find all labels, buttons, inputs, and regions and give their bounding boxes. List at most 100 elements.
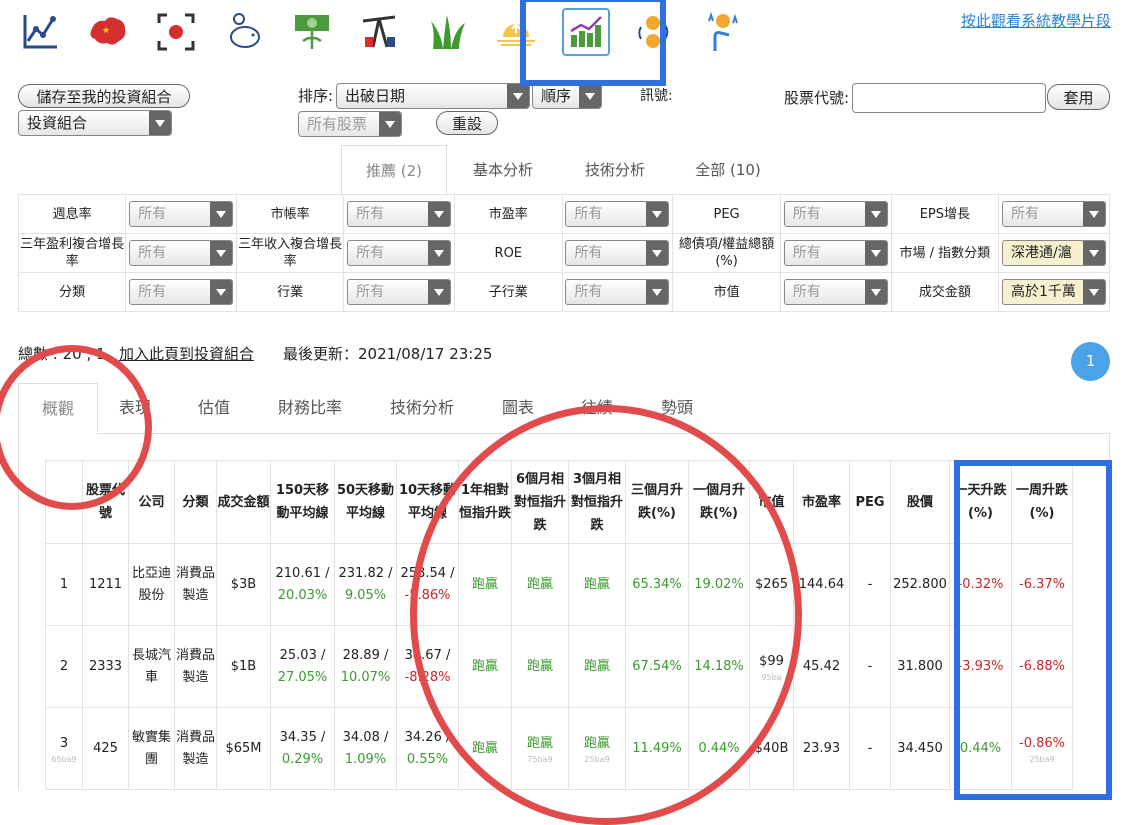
filter-select-value: 所有 [574,245,603,261]
filter-select[interactable]: 深港通/滬 [1002,240,1107,266]
filter-tab-technical[interactable]: 技術分析 [567,145,663,195]
coin-tap-icon[interactable] [698,10,742,54]
column-header[interactable]: 10天移動平均線 [396,460,459,544]
column-header[interactable]: 6個月相對恒指升跌 [511,460,569,544]
ma150-cell: 25.03 / 27.05% [270,625,335,708]
row-index: 3 [59,735,69,751]
stock-code-input[interactable] [852,83,1046,113]
filter-select[interactable]: 所有 [783,279,888,305]
result-tab-technical[interactable]: 技術分析 [382,383,462,433]
portfolio-select[interactable]: 投資組合 [18,110,172,136]
category-cell: 消費品製造 [174,625,217,708]
column-header[interactable]: 股價 [890,460,950,544]
result-tab-overview[interactable]: 概觀 [18,383,98,435]
result-tab-performance[interactable]: 表現 [110,383,160,433]
stock-code-cell[interactable]: 1211 [82,543,129,626]
coin-exchange-icon[interactable] [630,10,674,54]
results-table: 股票代號 公司 分類 成交金額 150天移動平均線 50天移動平均線 10天移動… [45,460,1073,790]
result-tab-momentum[interactable]: 勢頭 [652,383,702,433]
relative-value: 跑贏 [583,735,610,751]
column-header[interactable]: 一天升跌(%) [949,460,1012,544]
relative-3m-cell: 跑贏 [568,625,626,708]
result-tab-track-record[interactable]: 往績 [572,383,622,433]
column-header[interactable]: 50天移動平均線 [334,460,397,544]
column-header[interactable]: 分類 [174,460,217,544]
ma-value: 34.35 / [279,729,326,745]
line-chart-icon[interactable] [18,10,62,54]
order-select[interactable]: 順序 [532,83,602,109]
peg-cell: - [849,707,891,790]
filter-select[interactable]: 所有 [783,240,888,266]
filter-select[interactable]: 高於1千萬 [1002,279,1107,305]
filter-select[interactable]: 所有 [347,240,452,266]
table-row[interactable]: 1 1211 比亞迪股份 消費品製造 $3B 210.61 / 20.03% 23… [45,543,1073,626]
table-header-row: 股票代號 公司 分類 成交金額 150天移動平均線 50天移動平均線 10天移動… [45,460,1073,544]
stock-code-cell[interactable]: 2333 [82,625,129,708]
column-header[interactable]: 1年相對恒指升跌 [458,460,512,544]
filter-select[interactable]: 所有 [783,201,888,227]
filter-select[interactable]: 所有 [565,201,670,227]
stock-code-cell[interactable]: 425 [82,707,129,790]
sunrise-icon[interactable] [494,10,538,54]
filter-select[interactable]: 所有 [565,279,670,305]
filter-tab-recommended[interactable]: 推薦 (2) [341,145,447,196]
add-page-to-portfolio-link[interactable]: 加入此頁到投資組合 [119,343,254,365]
column-header[interactable]: 公司 [128,460,175,544]
portfolio-select-value: 投資組合 [27,114,88,132]
bar-growth-icon[interactable] [562,8,610,56]
stock-filter-value: 所有股票 [307,115,368,133]
market-cap-cell: $99 95ba [749,625,794,708]
grass-icon[interactable] [426,10,470,54]
column-header[interactable]: 市盈率 [793,460,850,544]
save-portfolio-button[interactable]: 儲存至我的投資組合 [18,84,190,108]
filter-tab-fundamental[interactable]: 基本分析 [455,145,551,195]
change-value: -6.37% [1019,576,1065,592]
company-cell[interactable]: 比亞迪股份 [128,543,175,626]
column-header[interactable]: 3個月相對恒指升跌 [568,460,626,544]
chevron-down-icon [210,202,233,226]
filter-select[interactable]: 所有 [1002,201,1107,227]
ma-percent: 10.07% [340,669,391,685]
result-tab-charts[interactable]: 圖表 [494,383,542,433]
filter-label: 三年盈利複合增長率 [17,233,127,273]
last-update: 最後更新：2021/08/17 23:25 [283,345,493,363]
sort-select[interactable]: 出破日期 [336,83,530,109]
record-icon[interactable] [154,10,198,54]
pe-cell: 23.93 [793,707,850,790]
column-header[interactable]: 市值 [749,460,794,544]
table-row[interactable]: 2 2333 長城汽車 消費品製造 $1B 25.03 / 27.05% 28.8… [45,625,1073,708]
filter-select[interactable]: 所有 [347,201,452,227]
filter-select[interactable]: 所有 [565,240,670,266]
result-tab-valuation[interactable]: 估值 [188,383,240,433]
filter-select[interactable]: 所有 [129,279,234,305]
company-cell[interactable]: 長城汽車 [128,625,175,708]
page-number-button[interactable]: 1 [1071,342,1110,381]
reset-button[interactable]: 重設 [436,111,498,135]
filter-select-value: 所有 [1011,206,1040,222]
piggy-bank-icon[interactable] [222,10,266,54]
filter-row: 分類 所有 行業 所有 子行業 所有 市值 所有 成交金額 高於1千萬 [17,272,1110,312]
table-row[interactable]: 3 65ba9 425 敏實集團 消費品製造 $65M 34.35 /0.29% … [45,707,1073,790]
column-header[interactable]: 150天移動平均線 [270,460,335,544]
oil-pump-icon[interactable] [358,10,402,54]
company-cell[interactable]: 敏實集團 [128,707,175,790]
change-1m-cell: 14.18% [688,625,750,708]
market-cap-cell: $40B [749,707,794,790]
tutorial-link[interactable]: 按此觀看系統教學片段 [961,10,1111,32]
column-header[interactable]: 股票代號 [82,460,129,544]
filter-tab-all[interactable]: 全部 (10) [680,145,776,195]
column-header[interactable]: 三個月升跌(%) [625,460,689,544]
result-tab-financial-ratios[interactable]: 財務比率 [270,383,350,433]
stock-filter-select[interactable]: 所有股票 [298,111,402,137]
china-map-icon[interactable]: ★ [86,10,130,54]
column-header[interactable]: 一周升跌(%) [1011,460,1073,544]
column-header[interactable]: 一個月升跌(%) [688,460,750,544]
column-header[interactable]: PEG [849,460,891,544]
apply-button[interactable]: 套用 [1047,84,1110,110]
column-header[interactable]: 成交金額 [216,460,271,544]
money-growth-icon[interactable] [290,10,334,54]
filter-select[interactable]: 所有 [129,240,234,266]
filter-select[interactable]: 所有 [129,201,234,227]
filter-select[interactable]: 所有 [347,279,452,305]
filter-label: 市場 / 指數分類 [890,233,1000,273]
